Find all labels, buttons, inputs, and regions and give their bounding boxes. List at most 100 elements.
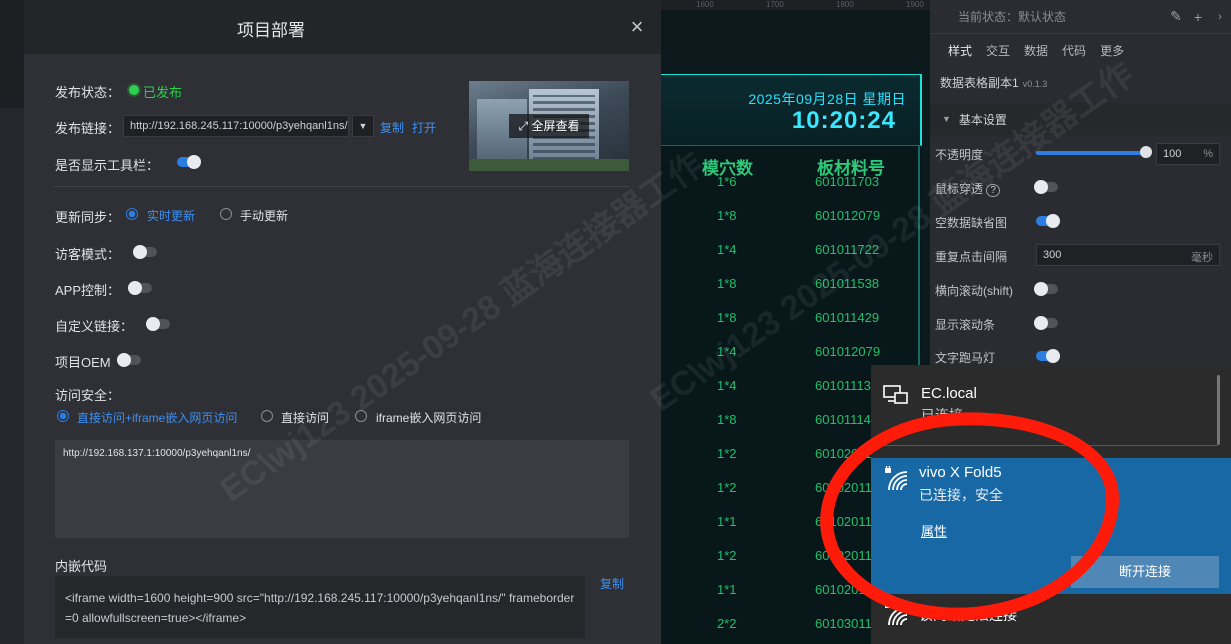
table-cell: 60101114	[815, 412, 871, 427]
repeat-click-input[interactable]: 300 毫秒	[1036, 244, 1220, 266]
panel-tabs: 样式 交互 数据 代码 更多	[930, 38, 1231, 62]
network-name: EC.local	[921, 385, 977, 402]
add-icon[interactable]: +	[1187, 9, 1209, 25]
dashboard-date: 2025年09月28日 星期日	[748, 91, 906, 107]
edit-icon[interactable]: ✎	[1165, 8, 1187, 25]
network-item-vivo[interactable]: vivo X Fold5 已连接，安全 属性 断开连接	[871, 458, 1231, 594]
tab-interaction[interactable]: 交互	[986, 42, 1010, 59]
ruler-tick: 1900	[906, 0, 924, 9]
expand-icon: ⤢	[518, 119, 529, 133]
table-cell: 601011429	[815, 310, 880, 325]
help-icon: ?	[986, 184, 1000, 197]
open-link-button[interactable]: 打开	[412, 119, 436, 136]
custom-link-toggle[interactable]	[146, 317, 170, 331]
dialog-header: 项目部署 ×	[24, 0, 661, 54]
tab-more[interactable]: 更多	[1100, 42, 1124, 59]
tab-code[interactable]: 代码	[1062, 42, 1086, 59]
properties-link[interactable]: 属性	[921, 521, 947, 540]
embed-code-box[interactable]: <iframe width=1600 height=900 src="http:…	[55, 576, 585, 638]
dashboard-header: 2025年09月28日 星期日 10:20:24	[660, 74, 922, 146]
table-cell: 601012079	[815, 344, 881, 359]
state-label: 当前状态：默认状态	[958, 10, 1067, 24]
status-label: 发布状态：	[55, 85, 121, 100]
security-opt1-label[interactable]: 直接访问+iframe嵌入网页访问	[77, 409, 237, 426]
table-cell: 1*8	[717, 310, 737, 325]
table-cell: 1*8	[717, 412, 737, 427]
app-control-toggle[interactable]	[128, 281, 152, 295]
mouse-through-toggle[interactable]	[1034, 180, 1058, 194]
oem-toggle[interactable]	[117, 353, 141, 367]
wifi-secure-icon	[885, 603, 908, 626]
table-cell: 60102011	[815, 514, 872, 529]
security-opt3-radio[interactable]	[355, 410, 367, 422]
sync-realtime-radio[interactable]	[126, 208, 138, 220]
ruler: 1600 1700 1800 1900	[660, 0, 930, 10]
close-icon[interactable]: ×	[624, 14, 650, 40]
chevron-right-icon[interactable]: ›	[1209, 11, 1231, 23]
chevron-down-icon[interactable]: ▼	[352, 115, 374, 137]
custom-link-label: 自定义链接：	[55, 319, 134, 334]
background-left-strip	[0, 0, 24, 644]
network-name: vivo X Fold5	[919, 464, 1002, 481]
table-cell: 60102011	[815, 582, 872, 597]
sync-manual-radio[interactable]	[220, 208, 232, 220]
toolbar-toggle[interactable]	[177, 155, 201, 169]
table-cell: 601012079	[815, 208, 881, 223]
security-label: 访问安全：	[55, 388, 121, 403]
ethernet-icon	[883, 385, 908, 404]
opacity-input[interactable]: 100%	[1156, 143, 1220, 165]
network-item-ec-local[interactable]: EC.local 已连接	[871, 365, 1231, 435]
dashboard-time: 10:20:24	[791, 107, 896, 134]
opacity-slider[interactable]	[1036, 151, 1146, 155]
disconnect-button[interactable]: 断开连接	[1071, 556, 1219, 588]
sync-manual-label[interactable]: 手动更新	[240, 207, 288, 224]
show-scrollbar-label: 显示滚动条	[935, 318, 996, 332]
h-scroll-label: 横向滚动(shift)	[935, 284, 1014, 298]
tab-data[interactable]: 数据	[1024, 42, 1048, 59]
section-basic-settings[interactable]: ▼ 基本设置	[930, 103, 1231, 135]
divider	[883, 445, 1218, 446]
table-cell: 1*4	[717, 344, 737, 359]
ruler-tick: 1600	[696, 0, 714, 9]
table-cell: 601011722	[815, 242, 880, 257]
allowed-url-textarea[interactable]: http://192.168.137.1:10000/p3yehqanl1ns/	[55, 440, 629, 538]
show-scrollbar-toggle[interactable]	[1034, 316, 1058, 330]
table-cell: 1*8	[717, 208, 737, 223]
dialog-title: 项目部署	[237, 21, 305, 40]
table-cell: 1*8	[717, 276, 737, 291]
table-cell: 1*1	[717, 582, 737, 597]
sync-realtime-label[interactable]: 实时更新	[147, 207, 195, 224]
deploy-dialog: 项目部署 × 发布状态： 已发布 发布链接： http://192.168.24…	[24, 0, 661, 644]
opacity-slider-knob[interactable]	[1140, 146, 1152, 158]
sync-label: 更新同步：	[55, 210, 121, 225]
opacity-value: 100	[1163, 148, 1182, 160]
network-item-unavailable[interactable]: 该网络无法连接	[871, 595, 1231, 644]
toolbar-label: 是否显示工具栏：	[55, 158, 160, 173]
status-dot-icon	[129, 85, 139, 95]
copy-link-button[interactable]: 复制	[380, 119, 404, 136]
security-opt2-radio[interactable]	[261, 410, 273, 422]
oem-label: 项目OEM	[55, 355, 111, 370]
tab-style[interactable]: 样式	[948, 42, 972, 59]
opacity-label: 不透明度	[935, 148, 984, 162]
security-opt2-label[interactable]: 直接访问	[281, 409, 329, 426]
table-cell: 1*2	[717, 548, 737, 563]
publish-link-field[interactable]: http://192.168.245.117:10000/p3yehqanl1n…	[123, 115, 349, 137]
marquee-toggle[interactable]	[1036, 349, 1060, 363]
table-cell: 60102011	[815, 480, 872, 495]
table-cell: 1*2	[717, 446, 737, 461]
fullscreen-preview-button[interactable]: ⤢ 全屏查看	[509, 114, 589, 138]
preview-thumbnail[interactable]: ⤢ 全屏查看	[469, 81, 629, 171]
repeat-click-value: 300	[1043, 249, 1062, 261]
guest-mode-toggle[interactable]	[133, 245, 157, 259]
empty-default-toggle[interactable]	[1036, 214, 1060, 228]
h-scroll-toggle[interactable]	[1034, 282, 1058, 296]
security-opt3-label[interactable]: iframe嵌入网页访问	[376, 409, 481, 426]
link-label: 发布链接：	[55, 121, 121, 136]
security-opt1-radio[interactable]	[57, 410, 69, 422]
copy-embed-button[interactable]: 复制	[600, 575, 624, 592]
scrollbar[interactable]	[1217, 375, 1220, 445]
section-label: 基本设置	[958, 112, 1007, 127]
section-divider	[54, 186, 629, 187]
table-cell: 60102011	[815, 446, 872, 461]
